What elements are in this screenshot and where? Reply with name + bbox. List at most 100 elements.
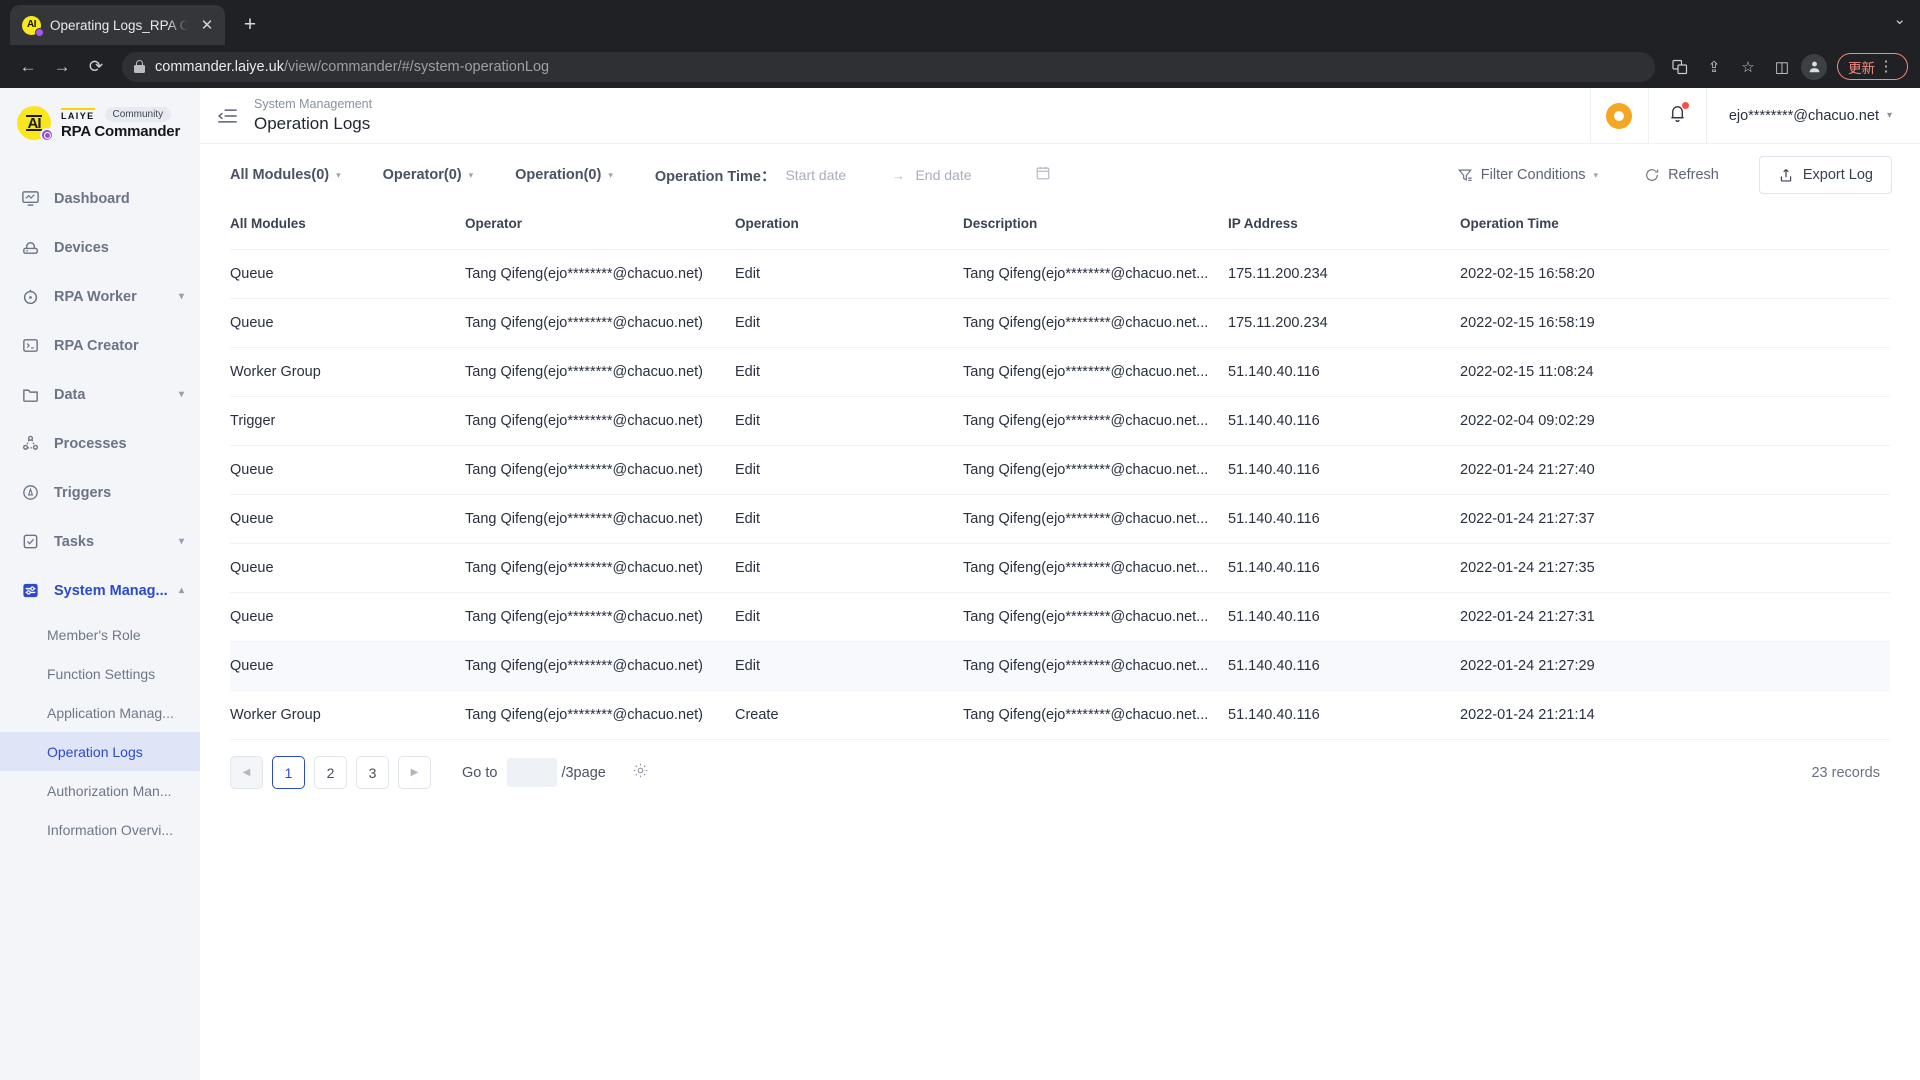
- end-date-input[interactable]: End date: [915, 167, 1011, 183]
- side-panel-icon[interactable]: ◫: [1767, 52, 1797, 82]
- cell-module: Worker Group: [230, 347, 465, 397]
- cell-description: Tang Qifeng(ejo********@chacuo.net...: [963, 396, 1228, 446]
- sidebar-item-dashboard[interactable]: Dashboard: [0, 174, 200, 223]
- sidebar-label: System Manag...: [54, 582, 168, 599]
- goto-page-input[interactable]: [507, 758, 558, 787]
- chevron-up-icon[interactable]: ▴: [179, 585, 184, 596]
- tab-title: Operating Logs_RPA Command: [50, 17, 188, 33]
- table-row[interactable]: Queue Tang Qifeng(ejo********@chacuo.net…: [230, 641, 1890, 691]
- app-logo[interactable]: AI LAIYE Community RPA Commander: [0, 94, 200, 152]
- update-button[interactable]: 更新 ⋮: [1837, 53, 1908, 80]
- breadcrumb: System Management Operation Logs: [254, 97, 372, 134]
- page-button-3[interactable]: 3: [356, 756, 389, 789]
- close-tab-icon[interactable]: ✕: [197, 15, 217, 35]
- sidebar-item-operation-logs[interactable]: Operation Logs: [0, 732, 200, 771]
- translate-icon[interactable]: [1665, 52, 1695, 82]
- chevron-down-icon[interactable]: ▾: [179, 536, 184, 547]
- chevron-down-icon[interactable]: ▾: [1887, 110, 1892, 121]
- table-row[interactable]: Worker Group Tang Qifeng(ejo********@cha…: [230, 347, 1890, 397]
- filter-all-modules[interactable]: All Modules(0) ▾: [230, 167, 341, 183]
- bookmark-star-icon[interactable]: ☆: [1733, 52, 1763, 82]
- process-icon: [20, 434, 40, 454]
- column-header-operator: Operator: [465, 206, 735, 250]
- start-date-input[interactable]: Start date: [785, 167, 881, 183]
- url-path: /view/commander/#/system-operationLog: [283, 58, 550, 75]
- update-menu-icon[interactable]: ⋮: [1875, 59, 1897, 74]
- sidebar-item-members-role[interactable]: Member's Role: [0, 615, 200, 654]
- table-row[interactable]: Queue Tang Qifeng(ejo********@chacuo.net…: [230, 494, 1890, 544]
- sidebar-item-rpa-creator[interactable]: RPA Creator: [0, 321, 200, 370]
- new-tab-button[interactable]: +: [233, 8, 267, 42]
- date-range-picker[interactable]: Start date → End date: [785, 165, 1051, 186]
- table-row[interactable]: Worker Group Tang Qifeng(ejo********@cha…: [230, 690, 1890, 740]
- filter-conditions-button[interactable]: Filter Conditions ▾: [1457, 167, 1598, 183]
- export-log-button[interactable]: Export Log: [1758, 156, 1892, 194]
- profile-avatar[interactable]: [1801, 53, 1827, 80]
- user-menu[interactable]: ejo********@chacuo.net ▾: [1705, 87, 1920, 144]
- page-button-2[interactable]: 2: [314, 756, 347, 789]
- cell-module: Queue: [230, 249, 465, 299]
- filter-operation[interactable]: Operation(0) ▾: [515, 167, 613, 183]
- calendar-icon[interactable]: [1035, 165, 1051, 186]
- back-icon[interactable]: ←: [12, 51, 44, 83]
- prev-page-button[interactable]: ◀: [230, 756, 263, 789]
- export-log-label: Export Log: [1802, 167, 1873, 183]
- cell-operator: Tang Qifeng(ejo********@chacuo.net): [465, 494, 735, 544]
- favicon-icon: AI: [22, 15, 44, 37]
- chevron-down-icon[interactable]: ▾: [179, 291, 184, 302]
- page-button-1[interactable]: 1: [272, 756, 305, 789]
- sidebar-item-function-settings[interactable]: Function Settings: [0, 654, 200, 693]
- range-arrow-icon: →: [891, 167, 905, 183]
- sidebar-item-triggers[interactable]: Triggers: [0, 468, 200, 517]
- sidebar-item-data[interactable]: Data ▾: [0, 370, 200, 419]
- sidebar-item-application-management[interactable]: Application Manag...: [0, 693, 200, 732]
- sidebar-sublabel: Information Overvi...: [47, 821, 174, 838]
- logo-mark-icon: AI: [17, 106, 54, 142]
- sidebar-sublabel: Function Settings: [47, 665, 156, 682]
- cell-ip: 51.140.40.116: [1228, 347, 1460, 397]
- chevron-down-icon[interactable]: ▾: [179, 389, 184, 400]
- gear-icon[interactable]: [632, 762, 649, 784]
- logo-text: LAIYE Community RPA Commander: [61, 106, 180, 140]
- sidebar-item-information-overview[interactable]: Information Overvi...: [0, 810, 200, 849]
- collapse-sidebar-icon[interactable]: [200, 106, 254, 126]
- terminal-icon: [20, 336, 40, 356]
- address-bar[interactable]: commander.laiye.uk/view/commander/#/syst…: [122, 51, 1655, 82]
- cell-operator: Tang Qifeng(ejo********@chacuo.net): [465, 592, 735, 642]
- table-row[interactable]: Trigger Tang Qifeng(ejo********@chacuo.n…: [230, 396, 1890, 446]
- toolbar-actions: ⇪ ☆ ◫ 更新 ⋮: [1665, 52, 1908, 82]
- table-row[interactable]: Queue Tang Qifeng(ejo********@chacuo.net…: [230, 249, 1890, 299]
- table-row[interactable]: Queue Tang Qifeng(ejo********@chacuo.net…: [230, 445, 1890, 495]
- sidebar-item-system-management[interactable]: System Manag... ▴: [0, 566, 200, 615]
- table-row[interactable]: Queue Tang Qifeng(ejo********@chacuo.net…: [230, 298, 1890, 348]
- next-page-button[interactable]: ▶: [398, 756, 431, 789]
- share-icon[interactable]: ⇪: [1699, 52, 1729, 82]
- cell-module: Queue: [230, 641, 465, 691]
- sidebar-item-devices[interactable]: Devices: [0, 223, 200, 272]
- pagination: ◀ 1 2 3 ▶ Go to /3page 23 records: [200, 740, 1920, 789]
- cell-operator: Tang Qifeng(ejo********@chacuo.net): [465, 543, 735, 593]
- sidebar-item-processes[interactable]: Processes: [0, 419, 200, 468]
- help-button[interactable]: [1589, 87, 1648, 144]
- page-title: Operation Logs: [254, 114, 371, 133]
- sidebar-item-authorization-management[interactable]: Authorization Man...: [0, 771, 200, 810]
- reload-icon[interactable]: ⟳: [80, 51, 112, 83]
- notifications-button[interactable]: [1647, 87, 1706, 144]
- filter-operator[interactable]: Operator(0) ▾: [383, 167, 474, 183]
- cell-operation: Edit: [735, 396, 963, 446]
- window-collapse-icon[interactable]: ⌄: [1893, 10, 1906, 28]
- sidebar-label: Tasks: [54, 533, 95, 550]
- table-row[interactable]: Queue Tang Qifeng(ejo********@chacuo.net…: [230, 543, 1890, 593]
- cell-operation: Edit: [735, 249, 963, 299]
- sidebar-item-rpa-worker[interactable]: RPA Worker ▾: [0, 272, 200, 321]
- forward-icon[interactable]: →: [46, 51, 78, 83]
- operation-logs-table: All Modules Operator Operation Descripti…: [200, 206, 1920, 740]
- refresh-button[interactable]: Refresh: [1644, 167, 1719, 183]
- cell-description: Tang Qifeng(ejo********@chacuo.net...: [963, 347, 1228, 397]
- browser-tab[interactable]: AI Operating Logs_RPA Command ✕: [10, 5, 225, 45]
- filter-label: Operator(0): [382, 167, 462, 183]
- cell-description: Tang Qifeng(ejo********@chacuo.net...: [963, 543, 1228, 593]
- table-row[interactable]: Queue Tang Qifeng(ejo********@chacuo.net…: [230, 592, 1890, 642]
- cell-time: 2022-02-04 09:02:29: [1460, 396, 1890, 446]
- sidebar-item-tasks[interactable]: Tasks ▾: [0, 517, 200, 566]
